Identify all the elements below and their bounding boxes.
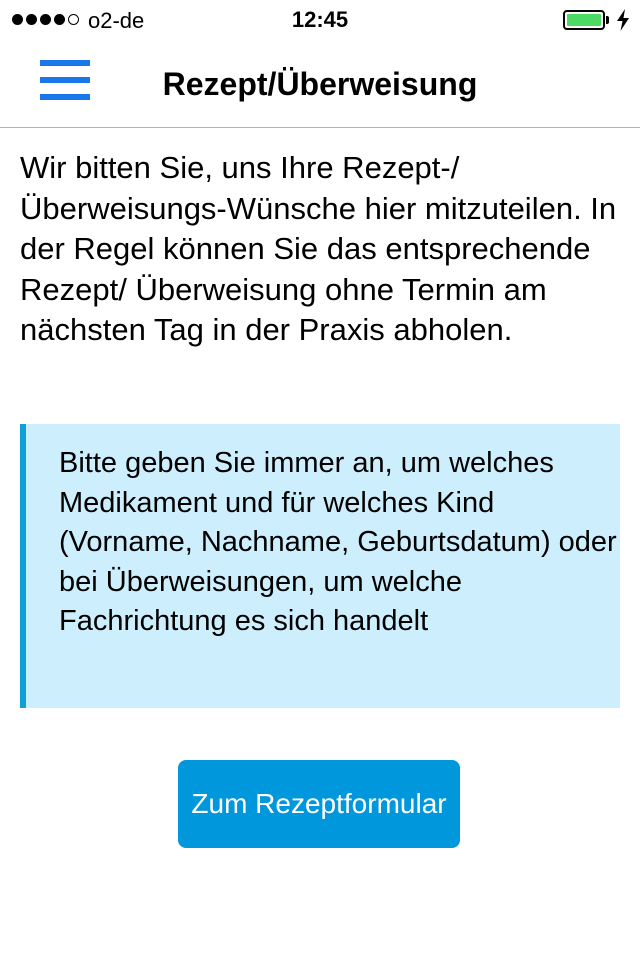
charging-bolt-icon xyxy=(617,9,629,31)
status-bar: o2-de 12:45 xyxy=(0,0,640,40)
notice-text: Bitte geben Sie immer an, um welches Med… xyxy=(59,447,617,637)
navigation-bar: Rezept/Überweisung xyxy=(0,40,640,128)
page-title: Rezept/Überweisung xyxy=(162,66,478,102)
app-screen: o2-de 12:45 Rezept/Überweisung Wir bitte… xyxy=(0,0,640,960)
battery-icon xyxy=(563,10,609,30)
info-notice-box: Bitte geben Sie immer an, um welches Med… xyxy=(20,424,620,708)
status-time: 12:45 xyxy=(291,7,349,32)
intro-text: Wir bitten Sie, uns Ihre Rezept-/ Überwe… xyxy=(20,150,617,347)
battery-tip xyxy=(606,16,609,24)
prescription-form-button[interactable]: Zum Rezeptformular xyxy=(178,760,460,848)
battery-level-fill xyxy=(567,14,601,26)
battery-body xyxy=(563,10,605,30)
